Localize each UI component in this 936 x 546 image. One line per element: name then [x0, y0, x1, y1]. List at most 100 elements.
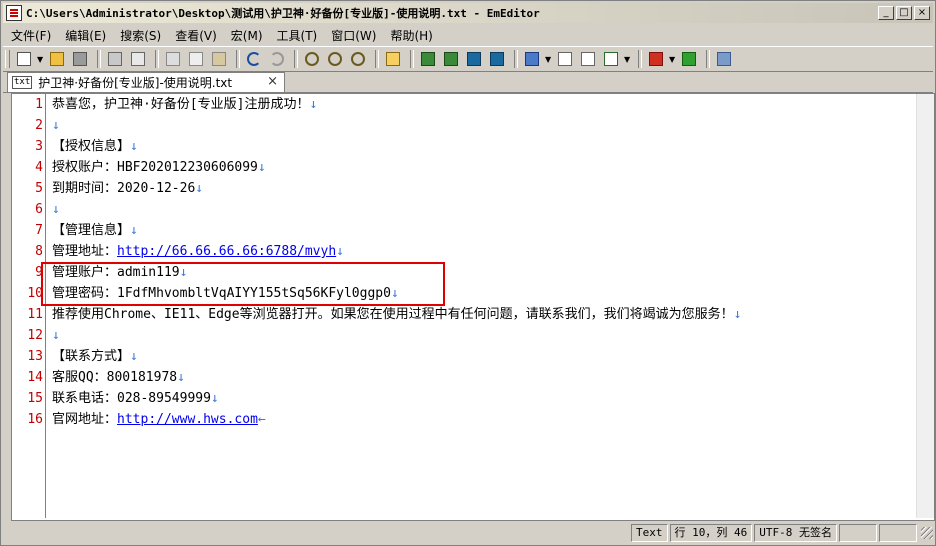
view4-icon[interactable]: [487, 49, 507, 69]
line-number: 14: [27, 370, 43, 385]
status-empty-2: [879, 524, 917, 542]
print-preview-icon[interactable]: [128, 49, 148, 69]
eol-mark: ↓: [733, 307, 742, 322]
document-tab[interactable]: txt 护卫神·好备份[专业版]-使用说明.txt ×: [7, 72, 285, 92]
credentials-highlight-box: [41, 262, 445, 306]
toolbar-separator: [706, 50, 710, 68]
editor-line: 11 推荐使用Chrome、IE11、Edge等浏览器打开。如果您在使用过程中有…: [12, 304, 912, 325]
status-position[interactable]: 行 10，列 46: [669, 524, 753, 542]
title-bar[interactable]: C:\Users\Administrator\Desktop\测试用\护卫神·好…: [3, 3, 933, 23]
text-file-icon: txt: [12, 76, 33, 89]
editor-line: 12 ↓: [12, 325, 912, 346]
tab-close-icon[interactable]: ×: [267, 74, 278, 89]
website-url-link[interactable]: http://www.hws.com: [117, 412, 258, 427]
line-number: 10: [27, 286, 43, 301]
editor-line: 15 联系电话：028-89549999↓: [12, 388, 912, 409]
editor-line: 13 【联系方式】↓: [12, 346, 912, 367]
marker-icon[interactable]: [555, 49, 575, 69]
redo-icon[interactable]: [267, 49, 287, 69]
menu-bar: 文件(F) 编辑(E) 搜索(S) 查看(V) 宏(M) 工具(T) 窗口(W)…: [3, 25, 933, 45]
vertical-scrollbar[interactable]: [916, 94, 934, 518]
find-prev-icon[interactable]: [348, 49, 368, 69]
tools-icon[interactable]: [714, 49, 734, 69]
eol-mark: ↓: [52, 118, 60, 133]
view2-icon[interactable]: [441, 49, 461, 69]
status-empty-1: [839, 524, 877, 542]
toolbar-separator: [294, 50, 298, 68]
new-file-dropdown-icon[interactable]: ▼: [37, 55, 44, 64]
line-text: 联系电话：028-89549999: [52, 391, 211, 406]
eol-mark: ↓: [257, 160, 266, 175]
config-icon[interactable]: [522, 49, 542, 69]
line-text: 【联系方式】: [52, 349, 131, 364]
maximize-button[interactable]: □: [896, 6, 912, 20]
menu-tools[interactable]: 工具(T): [271, 27, 324, 44]
status-encoding[interactable]: UTF-8 无签名: [754, 524, 837, 542]
play-icon[interactable]: [679, 49, 699, 69]
document-tab-bar: txt 护卫神·好备份[专业版]-使用说明.txt ×: [3, 71, 933, 93]
line-number: 16: [27, 412, 43, 427]
cut-icon[interactable]: [163, 49, 183, 69]
menu-view[interactable]: 查看(V): [169, 27, 223, 44]
management-url-link[interactable]: http://66.66.66.66:6788/mvyh: [117, 244, 336, 259]
line-text: 推荐使用Chrome、IE11、Edge等浏览器打开。如果您在使用过程中有任何问…: [52, 307, 734, 322]
menu-file[interactable]: 文件(F): [5, 27, 57, 44]
find-icon[interactable]: [302, 49, 322, 69]
undo-icon[interactable]: [244, 49, 264, 69]
paste-icon[interactable]: [209, 49, 229, 69]
eol-mark: ↓: [52, 202, 60, 217]
edit-icon[interactable]: [578, 49, 598, 69]
checkbox-dropdown-icon[interactable]: ▼: [624, 55, 631, 64]
toolbar-grip[interactable]: [5, 50, 10, 68]
stop-icon[interactable]: [646, 49, 666, 69]
line-number: 11: [27, 307, 43, 322]
menu-edit[interactable]: 编辑(E): [59, 27, 112, 44]
menu-search[interactable]: 搜索(S): [114, 27, 167, 44]
new-file-icon[interactable]: [14, 49, 34, 69]
minimize-button[interactable]: _: [878, 6, 894, 20]
menu-macro[interactable]: 宏(M): [225, 27, 269, 44]
line-number: 6: [35, 202, 43, 217]
eol-mark: ↓: [336, 244, 344, 259]
editor-line: 2 ↓: [12, 115, 912, 136]
editor-line: 16 官网地址：http://www.hws.com←: [12, 409, 912, 430]
menu-window[interactable]: 窗口(W): [325, 27, 382, 44]
resize-grip-icon[interactable]: [921, 527, 933, 539]
toolbar: ▼ ▼ ▼ ▼: [3, 46, 933, 72]
line-number: 1: [35, 97, 43, 112]
status-mode[interactable]: Text: [631, 524, 668, 542]
highlight-icon[interactable]: [383, 49, 403, 69]
save-icon[interactable]: [70, 49, 90, 69]
window-title: C:\Users\Administrator\Desktop\测试用\护卫神·好…: [26, 7, 540, 20]
view3-icon[interactable]: [464, 49, 484, 69]
view1-icon[interactable]: [418, 49, 438, 69]
print-icon[interactable]: [105, 49, 125, 69]
find-next-icon[interactable]: [325, 49, 345, 69]
stop-dropdown-icon[interactable]: ▼: [669, 55, 676, 64]
eol-mark: ↓: [309, 97, 318, 112]
line-number: 15: [27, 391, 43, 406]
copy-icon[interactable]: [186, 49, 206, 69]
toolbar-separator: [410, 50, 414, 68]
line-text: 到期时间：2020-12-26: [52, 181, 196, 196]
text-editor[interactable]: 1 恭喜您，护卫神·好备份[专业版]注册成功！↓ 2 ↓ 3 【授权信息】↓ 4…: [11, 93, 935, 521]
editor-line: 6 ↓: [12, 199, 912, 220]
eol-mark: ↓: [52, 328, 60, 343]
checkbox-icon[interactable]: [601, 49, 621, 69]
app-icon: [6, 5, 22, 21]
line-number: 2: [35, 118, 43, 133]
config-dropdown-icon[interactable]: ▼: [545, 55, 552, 64]
line-number: 8: [35, 244, 43, 259]
close-button[interactable]: ×: [914, 6, 930, 20]
toolbar-separator: [97, 50, 101, 68]
open-file-icon[interactable]: [47, 49, 67, 69]
eol-mark: ↓: [177, 370, 185, 385]
line-text: 【授权信息】: [52, 139, 131, 154]
editor-line: 7 【管理信息】↓: [12, 220, 912, 241]
eol-mark: ↓: [130, 139, 138, 154]
editor-line: 1 恭喜您，护卫神·好备份[专业版]注册成功！↓: [12, 94, 912, 115]
eol-mark: ↓: [210, 391, 219, 406]
line-number: 3: [35, 139, 43, 154]
menu-help[interactable]: 帮助(H): [384, 27, 438, 44]
editor-line: 3 【授权信息】↓: [12, 136, 912, 157]
